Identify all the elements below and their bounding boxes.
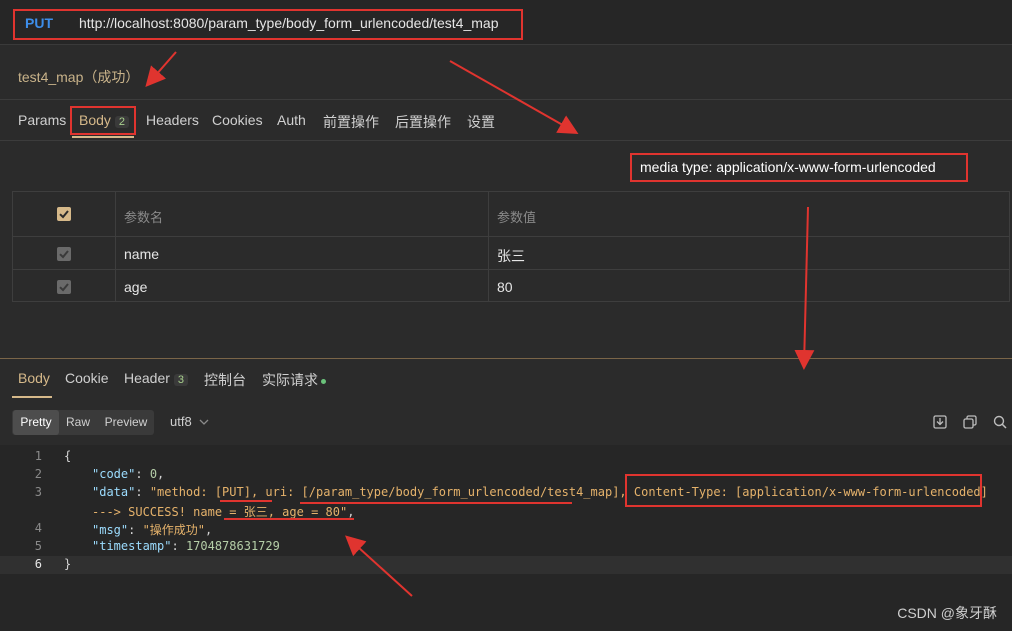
watermark: CSDN @象牙酥 <box>897 605 997 621</box>
annotation-arrows <box>145 51 815 597</box>
